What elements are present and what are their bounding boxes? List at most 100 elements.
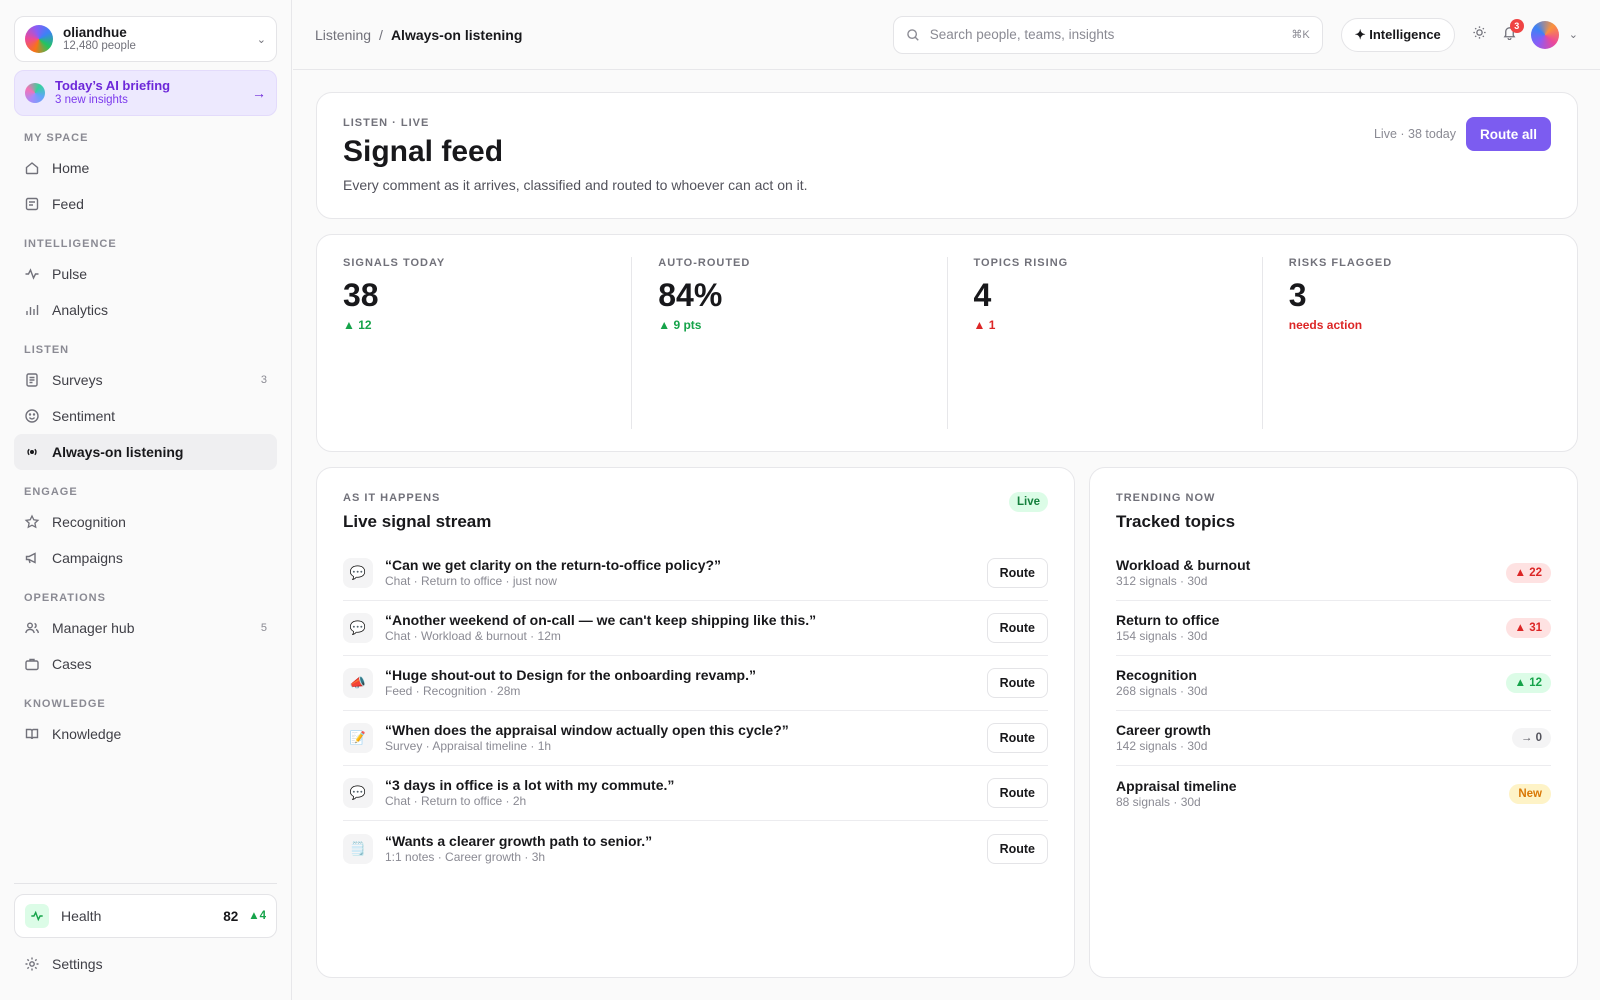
nav-section-knowledge: KNOWLEDGE (24, 698, 106, 710)
sidebar-item-knowledge[interactable]: Knowledge (14, 716, 277, 752)
sidebar-item-settings[interactable]: Settings (14, 946, 277, 982)
sidebar-item-campaigns[interactable]: Campaigns (14, 540, 277, 576)
topic-name: Recognition (1116, 667, 1197, 684)
chat-icon: 💬 (343, 613, 373, 643)
user-avatar[interactable] (1530, 20, 1559, 49)
route-button[interactable]: Route (986, 558, 1048, 588)
sidebar-item-surveys[interactable]: Surveys 3 (14, 362, 277, 398)
sidebar-item-analytics[interactable]: Analytics (14, 292, 277, 328)
signal-quote: “Can we get clarity on the return-to-off… (385, 557, 722, 574)
signal-meta: Chat · Return to office · 2h (385, 794, 527, 809)
signal-quote: “When does the appraisal window actually… (385, 722, 789, 739)
topic-row[interactable]: Workload & burnout 312 signals · 30d ▲ 2… (1116, 546, 1551, 601)
breadcrumb-parent[interactable]: Listening (315, 27, 371, 43)
breadcrumb: Listening / Always-on listening (315, 27, 893, 43)
health-label: Health (61, 908, 102, 924)
topic-trend-badge: ▲ 22 (1505, 563, 1551, 583)
pulse-icon (25, 904, 49, 928)
stat-label: RISKS FLAGGED (1288, 257, 1393, 269)
org-switcher[interactable]: oliandhue 12,480 people ⌄ (14, 16, 277, 62)
sidebar-item-feed[interactable]: Feed (14, 186, 277, 222)
topic-row[interactable]: Appraisal timeline 88 signals · 30d New (1116, 766, 1551, 821)
signal-row: 💬 “3 days in office is a lot with my com… (343, 766, 1048, 821)
topic-row[interactable]: Career growth 142 signals · 30d → 0 (1116, 711, 1551, 766)
signal-feed-header-card: LISTEN · LIVE Signal feed Every comment … (316, 92, 1578, 219)
page-eyebrow: LISTEN · LIVE (343, 117, 430, 129)
live-status: Live · 38 today (1373, 127, 1456, 141)
stat-topics-rising: TOPICS RISING 4 ▲ 1 (948, 257, 1263, 429)
signal-quote: “Wants a clearer growth path to senior.” (385, 832, 653, 849)
sidebar-item-manager-hub[interactable]: Manager hub 5 (14, 610, 277, 646)
sidebar-item-label: Recognition (52, 514, 126, 530)
nav-section-intelligence: INTELLIGENCE (24, 238, 117, 250)
signal-meta: Feed · Recognition · 28m (385, 684, 521, 699)
stat-value: 3 (1288, 277, 1307, 313)
signal-quote: “Another weekend of on-call — we can't k… (385, 612, 817, 629)
route-button[interactable]: Route (986, 613, 1048, 643)
survey-icon: 📝 (343, 723, 373, 753)
intelligence-button[interactable]: ✦ Intelligence (1340, 17, 1455, 52)
notifications-button[interactable]: 3 (1497, 18, 1524, 48)
search-icon (906, 28, 920, 42)
divider (14, 883, 277, 884)
topic-row[interactable]: Recognition 268 signals · 30d ▲ 12 (1116, 656, 1551, 711)
theme-toggle-button[interactable] (1467, 22, 1493, 48)
route-button[interactable]: Route (986, 833, 1048, 864)
home-icon (24, 160, 40, 176)
topic-trend-badge: → 0 (1511, 728, 1551, 748)
search-input[interactable] (929, 27, 1292, 42)
surveys-count-badge: 3 (260, 374, 267, 386)
signal-quote: “Huge shout-out to Design for the onboar… (385, 667, 756, 684)
sidebar-item-sentiment[interactable]: Sentiment (14, 398, 277, 434)
signal-quote: “3 days in office is a lot with my commu… (385, 777, 675, 794)
stats-card: SIGNALS TODAY 38 ▲ 12 AUTO-ROUTED 84% ▲ … (316, 234, 1578, 452)
ai-briefing-card[interactable]: Today’s AI briefing 3 new insights → (14, 70, 277, 116)
sidebar-item-always-on-listening[interactable]: Always-on listening (14, 434, 277, 470)
stat-value: 38 (343, 277, 379, 313)
topic-trend-badge: ▲ 12 (1505, 673, 1551, 693)
search-box[interactable]: ⌘K (892, 15, 1323, 54)
stat-delta: needs action (1288, 318, 1363, 332)
broadcast-icon (24, 444, 40, 460)
sidebar-item-cases[interactable]: Cases (14, 646, 277, 682)
panel-eyebrow: AS IT HAPPENS (343, 492, 441, 504)
stat-value: 4 (973, 277, 992, 313)
health-widget[interactable]: Health 82 ▲4 (14, 894, 277, 938)
notes-icon: 🗒️ (343, 833, 373, 864)
stat-label: AUTO-ROUTED (658, 257, 751, 269)
sidebar-item-label: Analytics (52, 302, 109, 318)
route-button[interactable]: Route (986, 778, 1048, 808)
ai-orb-icon (25, 83, 45, 103)
nav-section-operations: OPERATIONS (24, 592, 106, 604)
route-button[interactable]: Route (986, 723, 1048, 753)
stat-delta: ▲ 12 (343, 318, 372, 332)
search-shortcut: ⌘K (1291, 29, 1310, 41)
topic-row[interactable]: Return to office 154 signals · 30d ▲ 31 (1116, 601, 1551, 656)
signal-meta: 1:1 notes · Career growth · 3h (385, 849, 546, 864)
sidebar-item-label: Sentiment (52, 408, 116, 424)
topic-meta: 88 signals · 30d (1116, 794, 1201, 809)
page-description: Every comment as it arrives, classified … (343, 177, 808, 193)
sidebar-item-home[interactable]: Home (14, 150, 277, 186)
stat-value: 84% (658, 277, 723, 313)
health-delta: ▲4 (248, 910, 266, 922)
sidebar-item-label: Pulse (52, 266, 88, 282)
nav-section-my-space: MY SPACE (24, 132, 89, 144)
signal-row: 💬 “Can we get clarity on the return-to-o… (343, 546, 1048, 601)
chevron-down-icon[interactable]: ⌄ (1569, 28, 1578, 41)
signal-row: 💬 “Another weekend of on-call — we can't… (343, 601, 1048, 656)
megaphone-icon (24, 550, 40, 566)
sidebar-item-recognition[interactable]: Recognition (14, 504, 277, 540)
topic-name: Career growth (1116, 722, 1211, 739)
megaphone-icon: 📣 (343, 668, 373, 698)
sidebar-item-pulse[interactable]: Pulse (14, 256, 277, 292)
topic-meta: 142 signals · 30d (1116, 739, 1208, 754)
smile-icon (24, 408, 40, 424)
route-all-button[interactable]: Route all (1465, 117, 1551, 151)
sidebar-item-label: Always-on listening (52, 444, 184, 460)
signal-meta: Survey · Appraisal timeline · 1h (385, 739, 552, 754)
stat-auto-routed: AUTO-ROUTED 84% ▲ 9 pts (632, 257, 948, 429)
briefcase-icon (24, 656, 40, 672)
route-button[interactable]: Route (986, 668, 1048, 698)
signal-list: 💬 “Can we get clarity on the return-to-o… (343, 546, 1048, 876)
